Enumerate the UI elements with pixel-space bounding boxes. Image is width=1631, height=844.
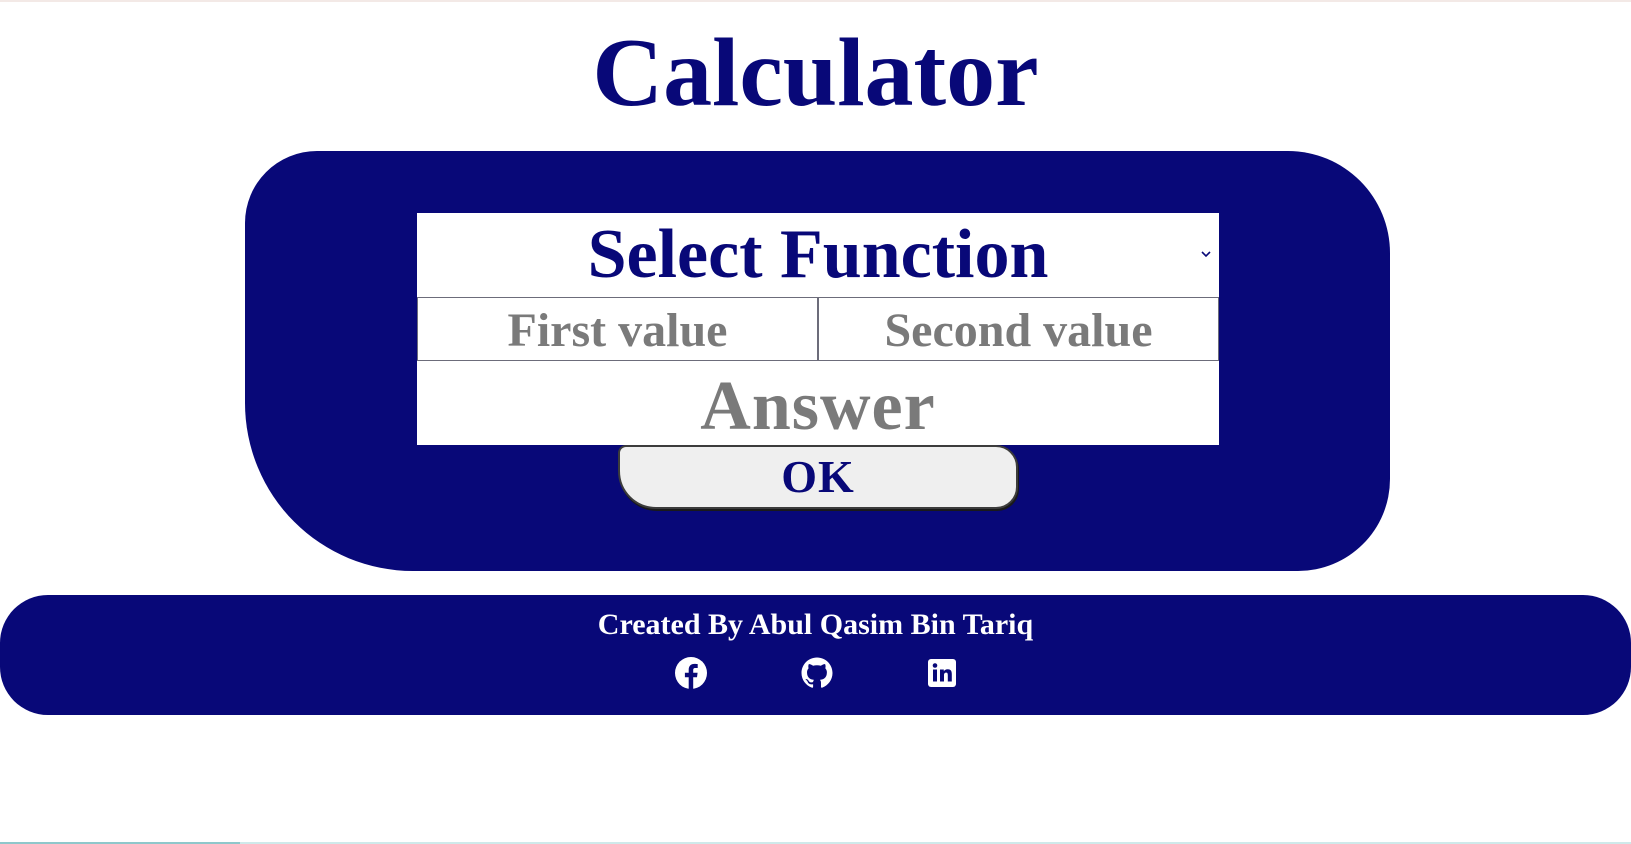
ok-button[interactable]: OK xyxy=(618,445,1018,509)
facebook-link[interactable] xyxy=(674,656,708,690)
github-icon xyxy=(801,657,833,688)
ok-button-label: OK xyxy=(781,451,855,502)
top-border xyxy=(0,0,1631,2)
second-value-input[interactable]: Second value xyxy=(818,297,1219,361)
function-select[interactable]: Select Function xyxy=(417,213,1219,297)
facebook-icon xyxy=(675,657,707,689)
linkedin-link[interactable] xyxy=(925,656,959,690)
second-value-placeholder: Second value xyxy=(884,304,1153,357)
footer: Created By Abul Qasim Bin Tariq xyxy=(0,595,1631,715)
first-value-input[interactable]: First value xyxy=(417,297,818,361)
first-value-placeholder: First value xyxy=(507,304,728,357)
function-select-value: Select Function xyxy=(587,216,1049,293)
chevron-down-icon xyxy=(1201,251,1211,258)
github-link[interactable] xyxy=(800,656,834,690)
footer-credit: Created By Abul Qasim Bin Tariq xyxy=(597,608,1034,641)
page-title: Calculator xyxy=(592,19,1039,127)
linkedin-icon xyxy=(928,659,956,687)
calculator-panel: Select Function First value Second value… xyxy=(245,151,1390,571)
answer-placeholder: Answer xyxy=(700,368,936,445)
answer-field[interactable]: Answer xyxy=(417,361,1219,445)
